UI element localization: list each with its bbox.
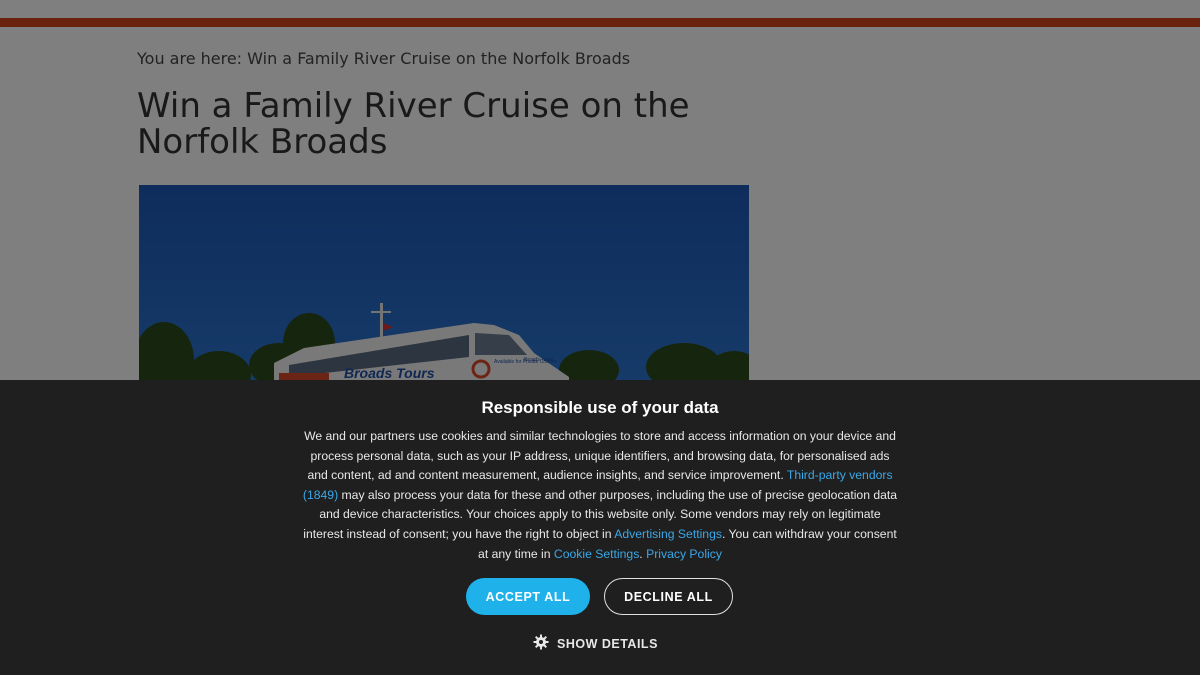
advertising-settings-link[interactable]: Advertising Settings — [614, 527, 722, 541]
show-details-label: SHOW DETAILS — [557, 636, 658, 651]
accept-all-button[interactable]: ACCEPT ALL — [466, 578, 590, 615]
cookie-settings-link[interactable]: Cookie Settings — [554, 547, 639, 561]
cookie-banner-text: We and our partners use cookies and simi… — [300, 427, 900, 564]
show-details-button[interactable]: SHOW DETAILS — [533, 634, 658, 653]
cookie-banner-title: Responsible use of your data — [481, 398, 719, 417]
cookie-consent-banner: Responsible use of your data We and our … — [0, 380, 1200, 675]
privacy-policy-link[interactable]: Privacy Policy — [646, 547, 722, 561]
decline-all-button[interactable]: DECLINE ALL — [604, 578, 733, 615]
gear-icon — [533, 634, 549, 653]
